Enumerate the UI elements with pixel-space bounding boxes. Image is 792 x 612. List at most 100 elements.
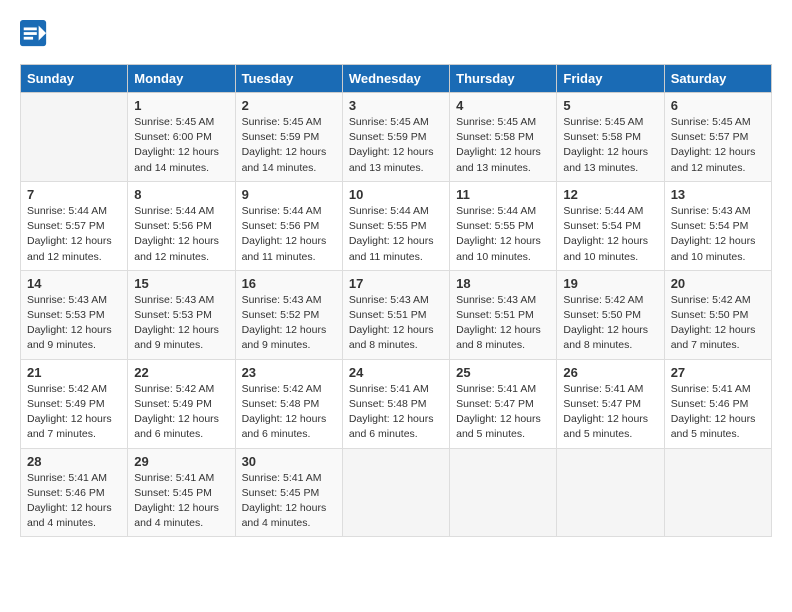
day-info: Sunrise: 5:42 AM Sunset: 5:49 PM Dayligh…	[134, 382, 228, 443]
day-info: Sunrise: 5:41 AM Sunset: 5:45 PM Dayligh…	[134, 471, 228, 532]
day-number: 22	[134, 365, 228, 380]
calendar-cell: 15Sunrise: 5:43 AM Sunset: 5:53 PM Dayli…	[128, 270, 235, 359]
day-info: Sunrise: 5:45 AM Sunset: 5:59 PM Dayligh…	[242, 115, 336, 176]
day-number: 2	[242, 98, 336, 113]
day-number: 25	[456, 365, 550, 380]
day-number: 26	[563, 365, 657, 380]
day-info: Sunrise: 5:41 AM Sunset: 5:47 PM Dayligh…	[456, 382, 550, 443]
day-info: Sunrise: 5:41 AM Sunset: 5:46 PM Dayligh…	[27, 471, 121, 532]
calendar-cell: 2 Sunrise: 5:45 AM Sunset: 5:59 PM Daylig…	[235, 93, 342, 182]
day-info: Sunrise: 5:45 AM Sunset: 5:58 PM Dayligh…	[456, 115, 550, 176]
calendar-cell: 8Sunrise: 5:44 AM Sunset: 5:56 PM Daylig…	[128, 181, 235, 270]
header-thursday: Thursday	[450, 65, 557, 93]
header-monday: Monday	[128, 65, 235, 93]
calendar-cell: 26Sunrise: 5:41 AM Sunset: 5:47 PM Dayli…	[557, 359, 664, 448]
calendar-cell: 21 Sunrise: 5:42 AM Sunset: 5:49 PM Dayli…	[21, 359, 128, 448]
day-info: Sunrise: 5:42 AM Sunset: 5:50 PM Dayligh…	[671, 293, 765, 354]
day-number: 17	[349, 276, 443, 291]
day-number: 23	[242, 365, 336, 380]
day-info: Sunrise: 5:43 AM Sunset: 5:53 PM Dayligh…	[134, 293, 228, 354]
calendar-cell: 22 Sunrise: 5:42 AM Sunset: 5:49 PM Dayli…	[128, 359, 235, 448]
day-info: Sunrise: 5:42 AM Sunset: 5:48 PM Dayligh…	[242, 382, 336, 443]
day-number: 14	[27, 276, 121, 291]
calendar-cell: 30 Sunrise: 5:41 AM Sunset: 5:45 PM Dayli…	[235, 448, 342, 537]
calendar-cell: 13Sunrise: 5:43 AM Sunset: 5:54 PM Dayli…	[664, 181, 771, 270]
header-wednesday: Wednesday	[342, 65, 449, 93]
calendar-cell: 28 Sunrise: 5:41 AM Sunset: 5:46 PM Dayli…	[21, 448, 128, 537]
day-number: 4	[456, 98, 550, 113]
day-number: 9	[242, 187, 336, 202]
day-info: Sunrise: 5:45 AM Sunset: 5:58 PM Dayligh…	[563, 115, 657, 176]
day-info: Sunrise: 5:44 AM Sunset: 5:57 PM Dayligh…	[27, 204, 121, 265]
header-saturday: Saturday	[664, 65, 771, 93]
calendar-table: SundayMondayTuesdayWednesdayThursdayFrid…	[20, 64, 772, 537]
day-number: 16	[242, 276, 336, 291]
logo-icon	[20, 20, 48, 48]
calendar-cell: 1 Sunrise: 5:45 AM Sunset: 6:00 PM Daylig…	[128, 93, 235, 182]
calendar-week-row: 14 Sunrise: 5:43 AM Sunset: 5:53 PM Dayli…	[21, 270, 772, 359]
calendar-cell: 14 Sunrise: 5:43 AM Sunset: 5:53 PM Dayli…	[21, 270, 128, 359]
calendar-week-row: 21 Sunrise: 5:42 AM Sunset: 5:49 PM Dayli…	[21, 359, 772, 448]
day-number: 6	[671, 98, 765, 113]
calendar-cell: 12 Sunrise: 5:44 AM Sunset: 5:54 PM Dayli…	[557, 181, 664, 270]
header-friday: Friday	[557, 65, 664, 93]
day-number: 5	[563, 98, 657, 113]
calendar-cell: 9 Sunrise: 5:44 AM Sunset: 5:56 PM Daylig…	[235, 181, 342, 270]
day-number: 24	[349, 365, 443, 380]
calendar-cell	[342, 448, 449, 537]
day-number: 27	[671, 365, 765, 380]
calendar-header-row: SundayMondayTuesdayWednesdayThursdayFrid…	[21, 65, 772, 93]
calendar-cell: 19Sunrise: 5:42 AM Sunset: 5:50 PM Dayli…	[557, 270, 664, 359]
calendar-cell	[664, 448, 771, 537]
calendar-cell: 20Sunrise: 5:42 AM Sunset: 5:50 PM Dayli…	[664, 270, 771, 359]
day-info: Sunrise: 5:42 AM Sunset: 5:49 PM Dayligh…	[27, 382, 121, 443]
day-info: Sunrise: 5:44 AM Sunset: 5:56 PM Dayligh…	[242, 204, 336, 265]
calendar-cell: 6 Sunrise: 5:45 AM Sunset: 5:57 PM Daylig…	[664, 93, 771, 182]
day-number: 28	[27, 454, 121, 469]
day-info: Sunrise: 5:43 AM Sunset: 5:51 PM Dayligh…	[349, 293, 443, 354]
day-info: Sunrise: 5:41 AM Sunset: 5:48 PM Dayligh…	[349, 382, 443, 443]
calendar-cell	[450, 448, 557, 537]
day-info: Sunrise: 5:43 AM Sunset: 5:53 PM Dayligh…	[27, 293, 121, 354]
calendar-cell: 17 Sunrise: 5:43 AM Sunset: 5:51 PM Dayli…	[342, 270, 449, 359]
calendar-cell: 27 Sunrise: 5:41 AM Sunset: 5:46 PM Dayli…	[664, 359, 771, 448]
day-number: 1	[134, 98, 228, 113]
day-number: 3	[349, 98, 443, 113]
day-number: 10	[349, 187, 443, 202]
day-number: 29	[134, 454, 228, 469]
calendar-cell: 29 Sunrise: 5:41 AM Sunset: 5:45 PM Dayli…	[128, 448, 235, 537]
calendar-cell: 5 Sunrise: 5:45 AM Sunset: 5:58 PM Daylig…	[557, 93, 664, 182]
day-number: 21	[27, 365, 121, 380]
day-info: Sunrise: 5:45 AM Sunset: 5:57 PM Dayligh…	[671, 115, 765, 176]
calendar-cell	[21, 93, 128, 182]
logo	[20, 20, 50, 48]
calendar-week-row: 28 Sunrise: 5:41 AM Sunset: 5:46 PM Dayli…	[21, 448, 772, 537]
day-info: Sunrise: 5:45 AM Sunset: 6:00 PM Dayligh…	[134, 115, 228, 176]
day-info: Sunrise: 5:43 AM Sunset: 5:51 PM Dayligh…	[456, 293, 550, 354]
day-info: Sunrise: 5:44 AM Sunset: 5:56 PM Dayligh…	[134, 204, 228, 265]
calendar-cell: 7 Sunrise: 5:44 AM Sunset: 5:57 PM Daylig…	[21, 181, 128, 270]
day-number: 18	[456, 276, 550, 291]
day-info: Sunrise: 5:41 AM Sunset: 5:46 PM Dayligh…	[671, 382, 765, 443]
day-number: 12	[563, 187, 657, 202]
header-tuesday: Tuesday	[235, 65, 342, 93]
day-number: 11	[456, 187, 550, 202]
calendar-cell: 10 Sunrise: 5:44 AM Sunset: 5:55 PM Dayli…	[342, 181, 449, 270]
day-info: Sunrise: 5:42 AM Sunset: 5:50 PM Dayligh…	[563, 293, 657, 354]
header-sunday: Sunday	[21, 65, 128, 93]
calendar-cell: 18 Sunrise: 5:43 AM Sunset: 5:51 PM Dayli…	[450, 270, 557, 359]
day-number: 30	[242, 454, 336, 469]
page-header	[20, 20, 772, 48]
calendar-cell: 4 Sunrise: 5:45 AM Sunset: 5:58 PM Daylig…	[450, 93, 557, 182]
calendar-cell: 25 Sunrise: 5:41 AM Sunset: 5:47 PM Dayli…	[450, 359, 557, 448]
calendar-cell: 3Sunrise: 5:45 AM Sunset: 5:59 PM Daylig…	[342, 93, 449, 182]
day-info: Sunrise: 5:44 AM Sunset: 5:54 PM Dayligh…	[563, 204, 657, 265]
day-info: Sunrise: 5:43 AM Sunset: 5:54 PM Dayligh…	[671, 204, 765, 265]
day-info: Sunrise: 5:44 AM Sunset: 5:55 PM Dayligh…	[349, 204, 443, 265]
calendar-cell: 16Sunrise: 5:43 AM Sunset: 5:52 PM Dayli…	[235, 270, 342, 359]
calendar-cell: 11Sunrise: 5:44 AM Sunset: 5:55 PM Dayli…	[450, 181, 557, 270]
day-number: 7	[27, 187, 121, 202]
calendar-cell: 24 Sunrise: 5:41 AM Sunset: 5:48 PM Dayli…	[342, 359, 449, 448]
calendar-week-row: 1 Sunrise: 5:45 AM Sunset: 6:00 PM Daylig…	[21, 93, 772, 182]
day-info: Sunrise: 5:41 AM Sunset: 5:45 PM Dayligh…	[242, 471, 336, 532]
